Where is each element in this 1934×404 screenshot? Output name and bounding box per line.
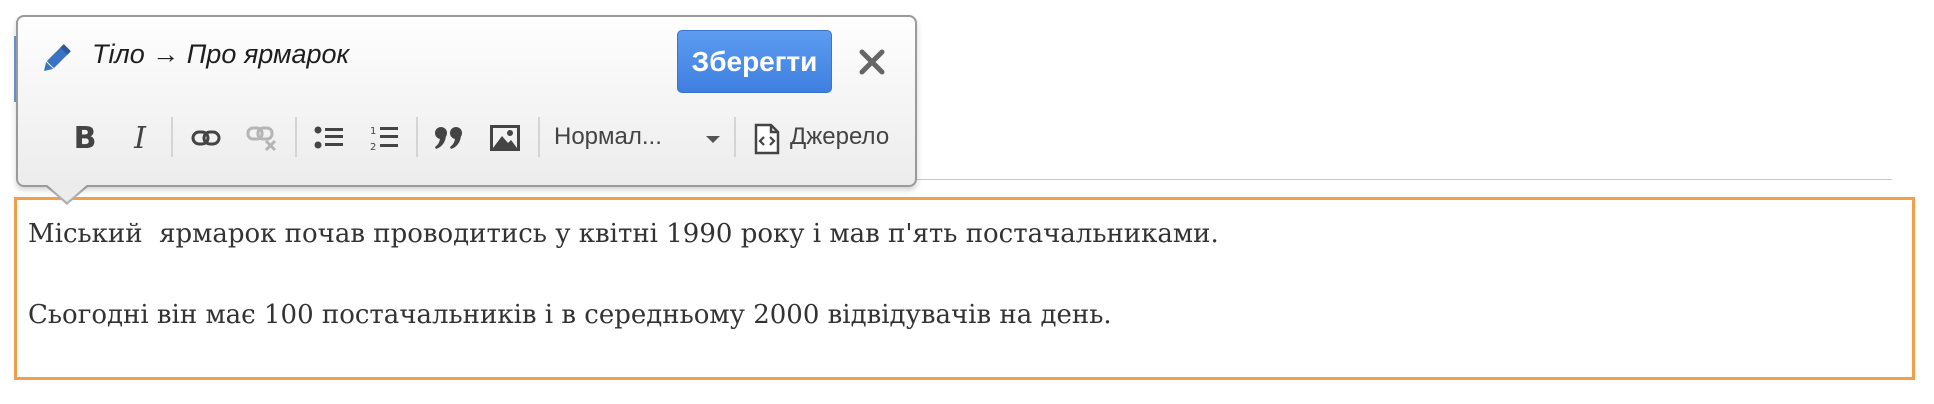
blockquote-icon — [434, 125, 464, 151]
svg-text:2: 2 — [370, 142, 376, 152]
format-dropdown-value: Нормал... — [554, 123, 662, 150]
editor-paragraph-2[interactable]: Сьогодні він має 100 постачальників і в … — [28, 295, 1901, 335]
inline-editor-toolbar: Тіло → Про ярмарок Зберегти B I 1 2 Норм… — [16, 15, 917, 187]
bold-icon: B — [73, 120, 97, 156]
toolbar-header: Тіло → Про ярмарок Зберегти — [18, 17, 915, 101]
numbered-list-icon: 1 2 — [369, 124, 399, 152]
link-button[interactable] — [186, 117, 226, 159]
inline-editor-area[interactable]: Міський ярмарок почав проводитись у квіт… — [14, 197, 1915, 380]
svg-text:1: 1 — [370, 126, 376, 137]
editor-paragraph-1[interactable]: Міський ярмарок почав проводитись у квіт… — [28, 214, 1901, 254]
toolbar-title: Тіло → Про ярмарок — [92, 39, 350, 69]
bulleted-list-icon — [314, 125, 344, 151]
italic-button[interactable]: I — [120, 117, 160, 159]
image-icon — [490, 125, 520, 151]
paragraph-format-dropdown[interactable]: Нормал... — [546, 119, 726, 159]
source-button[interactable]: Джерело — [742, 119, 912, 159]
toolbar-separator — [538, 117, 540, 157]
toolbar-separator — [295, 117, 297, 157]
bulleted-list-button[interactable] — [309, 117, 349, 159]
source-icon — [754, 123, 780, 160]
toolbar-separator — [171, 117, 173, 157]
toolbar-separator — [416, 117, 418, 157]
toolbar-separator — [734, 117, 736, 157]
italic-icon: I — [134, 120, 146, 156]
blockquote-button[interactable] — [429, 117, 469, 159]
chevron-down-icon — [706, 136, 720, 143]
formatting-toolbar: B I 1 2 Нормал... Джерело — [18, 109, 915, 169]
link-icon — [191, 128, 221, 148]
close-icon[interactable] — [855, 45, 889, 79]
numbered-list-button[interactable]: 1 2 — [364, 117, 404, 159]
save-button[interactable]: Зберегти — [677, 30, 832, 93]
source-button-label: Джерело — [790, 123, 890, 150]
unlink-icon — [246, 124, 278, 152]
pencil-icon — [38, 41, 74, 77]
unlink-button[interactable] — [242, 117, 282, 159]
bold-button[interactable]: B — [65, 117, 105, 159]
page-divider — [900, 179, 1892, 180]
image-button[interactable] — [485, 117, 525, 159]
toolbar-pointer-fill — [46, 184, 88, 202]
